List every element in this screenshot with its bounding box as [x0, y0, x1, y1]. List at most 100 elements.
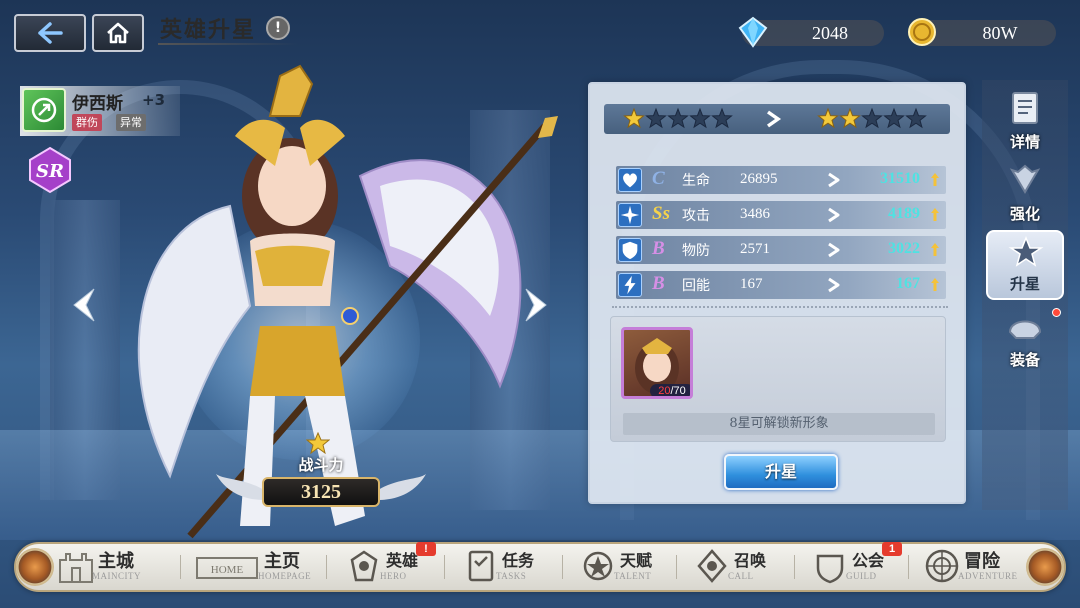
star-upgrade-panel: C 生命 26895 31510 Ss 攻击 3486 4189 B 物防 2571 3022 B 回能 1… [588, 82, 966, 504]
nav-talent[interactable]: 天赋 TALENT [580, 544, 690, 590]
gold-currency[interactable]: 80W [908, 18, 1056, 46]
nav-label: 冒险 [964, 551, 1000, 572]
nav-separator [562, 555, 563, 579]
star-wings-icon [1008, 235, 1044, 267]
arrow-right-icon [828, 277, 840, 293]
increase-arrow-icon [931, 208, 939, 221]
helmet-icon [1008, 320, 1042, 339]
nav-badge: ! [416, 542, 436, 556]
nav-separator [908, 555, 909, 579]
arrow-right-icon [828, 207, 840, 223]
sidebar-item-label: 装备 [1009, 351, 1040, 369]
stat-current-value: 2571 [740, 241, 770, 257]
diamond-icon [738, 16, 768, 48]
nav-sublabel: TALENT [614, 571, 652, 581]
nav-sublabel: HERO [380, 571, 407, 581]
section-divider [612, 306, 948, 308]
nav-label: 主城 [98, 551, 134, 572]
wings-icon [1009, 164, 1041, 194]
diamond-currency[interactable]: 2048 [738, 16, 884, 48]
current-star-icon [667, 107, 689, 129]
shuriken-icon [618, 203, 642, 227]
stat-name: 回能 [682, 278, 710, 294]
stat-row: B 回能 167 167 [616, 271, 946, 299]
nav-separator [444, 555, 445, 579]
increase-arrow-icon [931, 278, 939, 291]
shard-count: 20/70 [650, 384, 690, 396]
stat-grade: C [652, 168, 665, 189]
stat-grade: B [652, 238, 665, 259]
stat-next-value: 31510 [880, 170, 920, 187]
sidebar-item-enhance[interactable]: 强化 [986, 158, 1064, 228]
nav-adventure[interactable]: 冒险 ADVENTURE [924, 544, 1034, 590]
stat-next-value: 3022 [888, 240, 920, 257]
guild-icon [816, 554, 844, 584]
stat-current-value: 167 [740, 276, 763, 292]
back-button[interactable] [14, 14, 86, 52]
stat-name: 攻击 [682, 208, 710, 224]
nav-hero[interactable]: 英雄 HERO! [346, 542, 456, 590]
nav-separator [180, 555, 181, 579]
nav-sublabel: TASKS [496, 571, 527, 581]
star-upgrade-button[interactable]: 升星 [724, 454, 838, 490]
sidebar-item-star-up[interactable]: 升星 [986, 230, 1064, 300]
hero-shard-thumbnail[interactable]: 20/70 [621, 327, 693, 399]
next-star-icon [839, 107, 861, 129]
nav-separator [326, 555, 327, 579]
info-button[interactable]: ! [266, 16, 290, 40]
nav-sublabel: MAINCITY [92, 571, 141, 581]
nav-end-cap-left [16, 548, 54, 586]
prev-hero-button[interactable] [66, 285, 96, 325]
gold-coin-icon [908, 18, 936, 46]
talent-icon [583, 551, 613, 581]
heart-shield-icon [618, 168, 642, 192]
arrow-right-icon [828, 242, 840, 258]
stat-name: 生命 [682, 173, 710, 189]
sidebar-item-label: 强化 [1009, 205, 1040, 223]
nav-homepage[interactable]: HOME 主页 HOMEPAGE [196, 544, 336, 590]
current-star-icon [623, 107, 645, 129]
hero-icon [350, 550, 378, 582]
current-star-icon [689, 107, 711, 129]
home-button[interactable] [92, 14, 144, 52]
next-star-icon [883, 107, 905, 129]
stat-next-value: 167 [896, 275, 920, 292]
hero-class-icon [22, 88, 66, 132]
nav-separator [794, 555, 795, 579]
current-star-icon [711, 107, 733, 129]
nav-tasks[interactable]: 任务 TASKS [462, 544, 572, 590]
nav-badge: 1 [882, 542, 902, 556]
nav-sublabel: HOMEPAGE [258, 571, 312, 581]
stat-current-value: 26895 [740, 171, 778, 187]
sidebar-item-equipment[interactable]: 装备 [986, 304, 1064, 374]
home-sign-icon: HOME [196, 557, 258, 579]
star-icon [306, 432, 330, 454]
next-arrow-icon [766, 110, 782, 128]
star-progress-bar [604, 104, 950, 134]
rarity-badge: SR [26, 146, 74, 194]
shard-section: 20/70 8星可解锁新形象 [610, 316, 946, 442]
stat-row: Ss 攻击 3486 4189 [616, 201, 946, 229]
combat-power-box: 3125 [262, 477, 380, 507]
gold-amount: 80W [982, 23, 1018, 43]
castle-icon [59, 553, 93, 583]
increase-arrow-icon [931, 243, 939, 256]
nav-call[interactable]: 召唤 CALL [694, 544, 804, 590]
home-icon [107, 22, 129, 44]
rarity-text: SR [36, 161, 64, 182]
next-hero-button[interactable] [524, 285, 554, 325]
arrow-right-icon [828, 172, 840, 188]
nav-label: 召唤 [734, 551, 767, 570]
nav-maincity[interactable]: 主城 MAINCITY [58, 544, 168, 590]
energy-icon [618, 273, 642, 297]
nav-label: 任务 [502, 551, 535, 570]
leaf-target-icon [31, 97, 57, 123]
nav-guild[interactable]: 公会 GUILD 1 [812, 542, 922, 590]
notification-dot [1052, 308, 1061, 317]
nav-label: 天赋 [620, 551, 653, 570]
document-icon [1012, 92, 1038, 124]
nav-label: 英雄 [386, 551, 419, 570]
nav-label: 公会 [852, 551, 885, 570]
sidebar-item-details[interactable]: 详情 [986, 86, 1064, 156]
diamond-amount: 2048 [812, 23, 848, 43]
